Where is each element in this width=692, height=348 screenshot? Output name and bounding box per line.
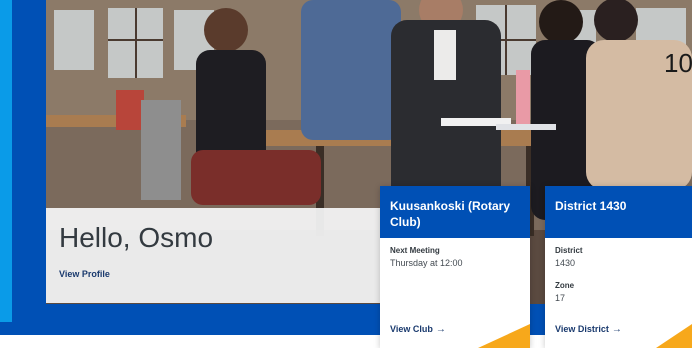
view-club-link[interactable]: View Club → bbox=[390, 324, 446, 335]
club-card: Kuusankoski (Rotary Club) Next Meeting T… bbox=[380, 186, 530, 348]
district-card-title: District 1430 bbox=[545, 186, 692, 238]
view-district-label: View District bbox=[555, 324, 609, 334]
district-label: District bbox=[555, 246, 583, 255]
next-meeting-label: Next Meeting bbox=[390, 246, 440, 255]
accent-bar bbox=[0, 0, 12, 322]
gold-corner-accent bbox=[656, 324, 692, 348]
next-meeting-value: Thursday at 12:00 bbox=[390, 258, 463, 268]
club-card-body: Next Meeting Thursday at 12:00 bbox=[380, 238, 530, 275]
view-profile-link[interactable]: View Profile bbox=[59, 269, 110, 279]
greeting-title: Hello, Osmo bbox=[59, 222, 214, 253]
zone-value: 17 bbox=[555, 293, 566, 303]
arrow-right-icon: → bbox=[435, 324, 446, 335]
district-card-body: District 1430 Zone 17 bbox=[545, 238, 692, 310]
view-district-link[interactable]: View District → bbox=[555, 324, 622, 335]
district-value: 1430 bbox=[555, 258, 576, 268]
zone-label: Zone bbox=[555, 281, 575, 290]
greeting-panel: Hello, Osmo View Profile bbox=[46, 208, 381, 303]
arrow-right-icon: → bbox=[611, 324, 622, 335]
club-card-title: Kuusankoski (Rotary Club) bbox=[380, 186, 530, 238]
gold-corner-accent bbox=[478, 324, 530, 348]
overlay-number: 10 bbox=[664, 48, 692, 78]
district-card: District 1430 District 1430 Zone 17 View… bbox=[545, 186, 692, 348]
view-club-label: View Club bbox=[390, 324, 433, 334]
